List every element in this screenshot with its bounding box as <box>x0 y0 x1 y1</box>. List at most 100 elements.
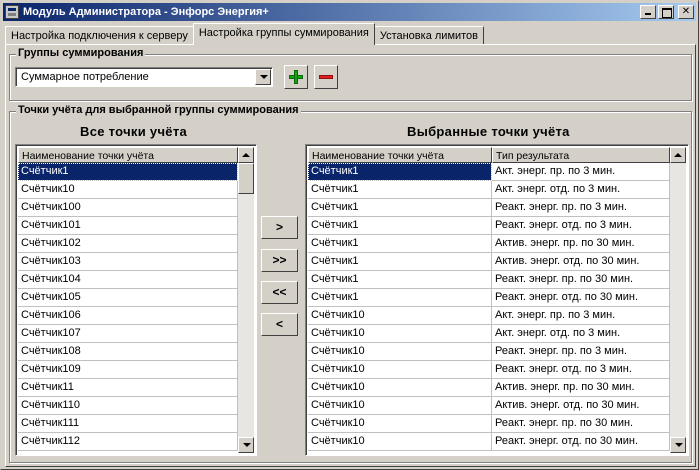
table-row[interactable]: Счётчик1 Реакт. энерг. отд. по 3 мин. <box>308 217 670 235</box>
table-row[interactable]: Счётчик10 Актив. энерг. отд. по 30 мин. <box>308 397 670 415</box>
point-name-cell: Счётчик1 <box>308 235 492 253</box>
list-item[interactable]: Счётчик111 <box>18 415 238 433</box>
table-row[interactable]: Счётчик1 Акт. энерг. пр. по 3 мин. <box>308 163 670 181</box>
title-bar[interactable]: Модуль Администратора - Энфорс Энергия+ … <box>3 3 696 21</box>
result-type-cell: Актив. энерг. отд. по 30 мин. <box>492 397 670 415</box>
scroll-up-icon <box>674 153 682 157</box>
selected-points-scrollbar[interactable] <box>670 147 686 453</box>
minimize-button[interactable] <box>640 5 656 19</box>
scroll-thumb[interactable] <box>238 163 254 194</box>
remove-all-button[interactable]: << <box>261 281 298 304</box>
add-selected-button[interactable]: > <box>261 216 298 239</box>
result-type-cell: Акт. энерг. пр. по 3 мин. <box>492 307 670 325</box>
list-item[interactable]: Счётчик10 <box>18 181 238 199</box>
group-select[interactable]: Суммарное потребление <box>15 67 273 87</box>
scroll-down-button[interactable] <box>238 437 254 453</box>
table-row[interactable]: Счётчик1 Актив. энерг. пр. по 30 мин. <box>308 235 670 253</box>
list-item[interactable]: Счётчик106 <box>18 307 238 325</box>
remove-group-button[interactable] <box>314 65 338 89</box>
selected-points-header: Наименование точки учёта Тип результата <box>308 147 670 163</box>
selected-points-body: Счётчик1 Акт. энерг. пр. по 3 мин. Счётчик… <box>308 163 670 451</box>
column-header-point-name[interactable]: Наименование точки учёта <box>308 147 492 163</box>
point-name-cell: Счётчик1 <box>308 289 492 307</box>
point-name-cell: Счётчик101 <box>18 217 238 235</box>
table-row[interactable]: Счётчик10 Реакт. энерг. отд. по 3 мин. <box>308 361 670 379</box>
table-row[interactable]: Счётчик10 Акт. энерг. пр. по 3 мин. <box>308 307 670 325</box>
point-name-cell: Счётчик110 <box>18 397 238 415</box>
scroll-down-button[interactable] <box>670 437 686 453</box>
table-row[interactable]: Счётчик10 Реакт. энерг. пр. по 30 мин. <box>308 415 670 433</box>
point-name-cell: Счётчик11 <box>18 379 238 397</box>
scroll-up-button[interactable] <box>670 147 686 163</box>
list-item[interactable]: Счётчик110 <box>18 397 238 415</box>
list-item[interactable]: Счётчик104 <box>18 271 238 289</box>
result-type-cell: Реакт. энерг. отд. по 30 мин. <box>492 289 670 307</box>
remove-selected-button[interactable]: < <box>261 313 298 336</box>
result-type-cell: Реакт. энерг. отд. по 3 мин. <box>492 217 670 235</box>
point-name-cell: Счётчик1 <box>308 271 492 289</box>
points-box-legend: Точки учёта для выбранной группы суммиро… <box>16 104 301 116</box>
scroll-down-icon <box>243 443 251 447</box>
result-type-cell: Реакт. энерг. пр. по 3 мин. <box>492 343 670 361</box>
tab-summation-group[interactable]: Настройка группы суммирования <box>192 23 375 45</box>
result-type-cell: Акт. энерг. отд. по 3 мин. <box>492 181 670 199</box>
table-row[interactable]: Счётчик1 Реакт. энерг. пр. по 30 мин. <box>308 271 670 289</box>
chevron-down-icon <box>260 75 268 79</box>
point-name-cell: Счётчик100 <box>18 199 238 217</box>
point-name-cell: Счётчик10 <box>308 379 492 397</box>
list-item[interactable]: Счётчик108 <box>18 343 238 361</box>
scroll-track[interactable] <box>670 163 686 433</box>
all-points-list[interactable]: Наименование точки учёта Счётчик1 Счётчик… <box>15 144 257 456</box>
point-name-cell: Счётчик1 <box>308 217 492 235</box>
tab-label: Установка лимитов <box>379 30 479 42</box>
result-type-cell: Акт. энерг. отд. по 3 мин. <box>492 325 670 343</box>
tab-server-connection[interactable]: Настройка подключения к серверу <box>5 26 194 45</box>
selected-points-title: Выбранные точки учёта <box>407 124 570 139</box>
selected-points-list[interactable]: Наименование точки учёта Тип результата … <box>305 144 689 456</box>
table-row[interactable]: Счётчик10 Реакт. энерг. пр. по 3 мин. <box>308 343 670 361</box>
all-points-title: Все точки учёта <box>80 124 188 139</box>
add-all-button[interactable]: >> <box>261 249 298 272</box>
point-name-cell: Счётчик10 <box>18 181 238 199</box>
close-icon: ✕ <box>681 6 691 17</box>
point-name-cell: Счётчик1 <box>308 163 492 181</box>
add-group-button[interactable] <box>284 65 308 89</box>
scroll-up-button[interactable] <box>238 147 254 163</box>
table-row[interactable]: Счётчик10 Реакт. энерг. отд. по 30 мин. <box>308 433 670 451</box>
table-row[interactable]: Счётчик1 Реакт. энерг. пр. по 3 мин. <box>308 199 670 217</box>
table-row[interactable]: Счётчик1 Реакт. энерг. отд. по 30 мин. <box>308 289 670 307</box>
list-item[interactable]: Счётчик105 <box>18 289 238 307</box>
close-button[interactable]: ✕ <box>678 5 694 19</box>
point-name-cell: Счётчик10 <box>308 343 492 361</box>
point-name-cell: Счётчик108 <box>18 343 238 361</box>
maximize-button[interactable] <box>658 5 674 19</box>
tab-strip: Настройка подключения к серверу Настройк… <box>5 23 485 45</box>
admin-window: Модуль Администратора - Энфорс Энергия+ … <box>0 0 699 470</box>
point-name-cell: Счётчик10 <box>308 415 492 433</box>
list-item[interactable]: Счётчик102 <box>18 235 238 253</box>
column-header-point-name[interactable]: Наименование точки учёта <box>18 147 238 163</box>
list-item[interactable]: Счётчик109 <box>18 361 238 379</box>
list-item[interactable]: Счётчик103 <box>18 253 238 271</box>
list-item[interactable]: Счётчик100 <box>18 199 238 217</box>
table-row[interactable]: Счётчик10 Акт. энерг. отд. по 3 мин. <box>308 325 670 343</box>
group-select-dropdown-button[interactable] <box>255 69 271 85</box>
tab-label: Настройка группы суммирования <box>198 27 369 39</box>
summation-groups-legend: Группы суммирования <box>16 47 146 59</box>
column-header-result-type[interactable]: Тип результата <box>492 147 670 163</box>
result-type-cell: Актив. энерг. пр. по 30 мин. <box>492 379 670 397</box>
table-row[interactable]: Счётчик1 Актив. энерг. отд. по 30 мин. <box>308 253 670 271</box>
point-name-cell: Счётчик1 <box>308 181 492 199</box>
table-row[interactable]: Счётчик1 Акт. энерг. отд. по 3 мин. <box>308 181 670 199</box>
list-item[interactable]: Счётчик112 <box>18 433 238 451</box>
point-name-cell: Счётчик10 <box>308 433 492 451</box>
table-row[interactable]: Счётчик10 Актив. энерг. пр. по 30 мин. <box>308 379 670 397</box>
result-type-cell: Реакт. энерг. пр. по 30 мин. <box>492 271 670 289</box>
list-item[interactable]: Счётчик11 <box>18 379 238 397</box>
tab-limits[interactable]: Установка лимитов <box>373 26 485 45</box>
all-points-scrollbar[interactable] <box>238 147 254 453</box>
window-title: Модуль Администратора - Энфорс Энергия+ <box>23 6 269 18</box>
list-item[interactable]: Счётчик107 <box>18 325 238 343</box>
list-item[interactable]: Счётчик101 <box>18 217 238 235</box>
list-item[interactable]: Счётчик1 <box>18 163 238 181</box>
